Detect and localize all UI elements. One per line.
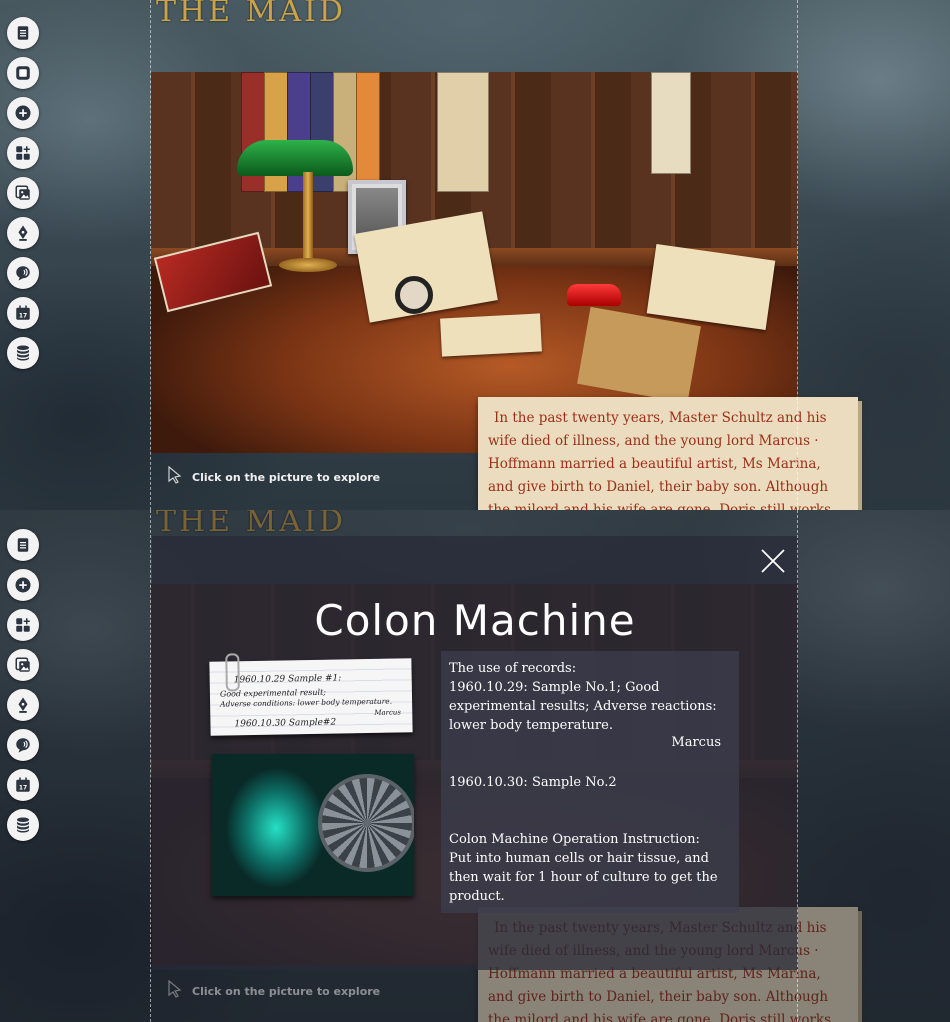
records-panel: The use of records: 1960.10.29: Sample N… bbox=[441, 651, 739, 913]
widgets-add-icon bbox=[16, 146, 30, 160]
note-line: 1960.10.29 Sample #1: bbox=[233, 673, 342, 686]
explore-hint: Click on the picture to explore bbox=[168, 465, 381, 488]
document-icon bbox=[17, 538, 29, 552]
square-icon bbox=[16, 66, 30, 80]
envelope[interactable] bbox=[440, 313, 542, 357]
database-icon bbox=[17, 345, 29, 361]
sidebar-button-calendar[interactable]: 17 bbox=[7, 769, 39, 801]
plus-circle-icon bbox=[15, 577, 31, 593]
gallery-icon bbox=[15, 657, 30, 672]
plus-circle-icon bbox=[15, 105, 31, 121]
document-icon bbox=[17, 26, 29, 40]
colon-machine-image[interactable] bbox=[212, 754, 414, 896]
sidebar-button-document[interactable] bbox=[7, 17, 39, 49]
guide-line-right bbox=[797, 0, 798, 510]
machine-gear bbox=[318, 774, 414, 872]
sidebar-button-widgets[interactable] bbox=[7, 609, 39, 641]
paperclip-icon bbox=[225, 653, 240, 692]
note-line: 1960.10.30 Sample#2 bbox=[234, 717, 337, 730]
guide-line-left bbox=[150, 0, 151, 510]
records-entry: 1960.10.29: Sample No.1; Good experiment… bbox=[449, 680, 717, 733]
records-signature: Marcus bbox=[671, 735, 721, 750]
site-logo[interactable]: THE MAID bbox=[156, 0, 346, 29]
magnifying-glass[interactable] bbox=[395, 276, 433, 314]
calendar-icon: 17 bbox=[16, 305, 30, 320]
lamp-base bbox=[279, 258, 337, 272]
modal-title: Colon Machine bbox=[314, 596, 636, 645]
desk-lamp[interactable] bbox=[237, 140, 353, 176]
sidebar-button-square[interactable] bbox=[7, 57, 39, 89]
binder bbox=[356, 72, 380, 192]
guide-line-right bbox=[797, 510, 798, 1022]
top-panel: THE MAID 17 Click on the picture to expl… bbox=[0, 0, 950, 510]
sidebar-button-database[interactable] bbox=[7, 809, 39, 841]
operation-instruction: Colon Machine Operation Instruction: Put… bbox=[449, 832, 718, 904]
sidebar-button-chat[interactable] bbox=[7, 729, 39, 761]
explore-hint-text: Click on the picture to explore bbox=[192, 470, 381, 484]
sidebar-button-pen[interactable] bbox=[7, 689, 39, 721]
note-line: Adverse conditions: lower body temperatu… bbox=[220, 696, 393, 709]
lamp-pole bbox=[303, 172, 313, 264]
item-detail-modal: Colon Machine 1960.10.29 Sample #1: Good… bbox=[152, 536, 798, 970]
sidebar-button-widgets[interactable] bbox=[7, 137, 39, 169]
calendar-icon: 17 bbox=[16, 777, 30, 792]
widgets-add-icon bbox=[16, 618, 30, 632]
sidebar-button-chat[interactable] bbox=[7, 257, 39, 289]
records-intro: The use of records: bbox=[449, 661, 577, 676]
bottom-panel: THE MAID Click on the picture to explore… bbox=[0, 510, 950, 1022]
guide-line-left bbox=[150, 510, 151, 1022]
gallery-icon bbox=[15, 185, 30, 200]
note-signature: Marcus bbox=[374, 708, 402, 717]
cursor-arrow-icon bbox=[168, 465, 182, 488]
pen-nib-icon bbox=[18, 225, 28, 241]
story-card: In the past twenty years, Master Schultz… bbox=[478, 397, 858, 510]
red-stapler[interactable] bbox=[567, 284, 621, 306]
binder bbox=[437, 72, 489, 192]
sidebar-menu: 17 bbox=[7, 529, 39, 841]
sidebar-button-pen[interactable] bbox=[7, 217, 39, 249]
records-entry: 1960.10.30: Sample No.2 bbox=[449, 775, 617, 790]
sidebar-button-gallery[interactable] bbox=[7, 177, 39, 209]
handwritten-note[interactable]: 1960.10.29 Sample #1: Good experimental … bbox=[209, 653, 413, 736]
close-icon bbox=[761, 549, 785, 573]
binder bbox=[651, 72, 691, 174]
sidebar-menu: 17 bbox=[7, 17, 39, 369]
calendar-day: 17 bbox=[19, 785, 27, 792]
sidebar-button-database[interactable] bbox=[7, 337, 39, 369]
sidebar-button-add[interactable] bbox=[7, 569, 39, 601]
database-icon bbox=[17, 817, 29, 833]
chat-bubble-icon bbox=[16, 266, 30, 281]
sidebar-button-calendar[interactable]: 17 bbox=[7, 297, 39, 329]
pen-nib-icon bbox=[18, 697, 28, 713]
close-button[interactable] bbox=[760, 548, 786, 574]
sidebar-button-add[interactable] bbox=[7, 97, 39, 129]
calendar-day: 17 bbox=[19, 313, 27, 320]
sidebar-button-document[interactable] bbox=[7, 529, 39, 561]
sidebar-button-gallery[interactable] bbox=[7, 649, 39, 681]
story-text: In the past twenty years, Master Schultz… bbox=[488, 410, 832, 510]
chat-bubble-icon bbox=[16, 738, 30, 753]
explore-scene-image[interactable] bbox=[151, 72, 798, 453]
note-line: Good experimental result; bbox=[219, 687, 327, 699]
